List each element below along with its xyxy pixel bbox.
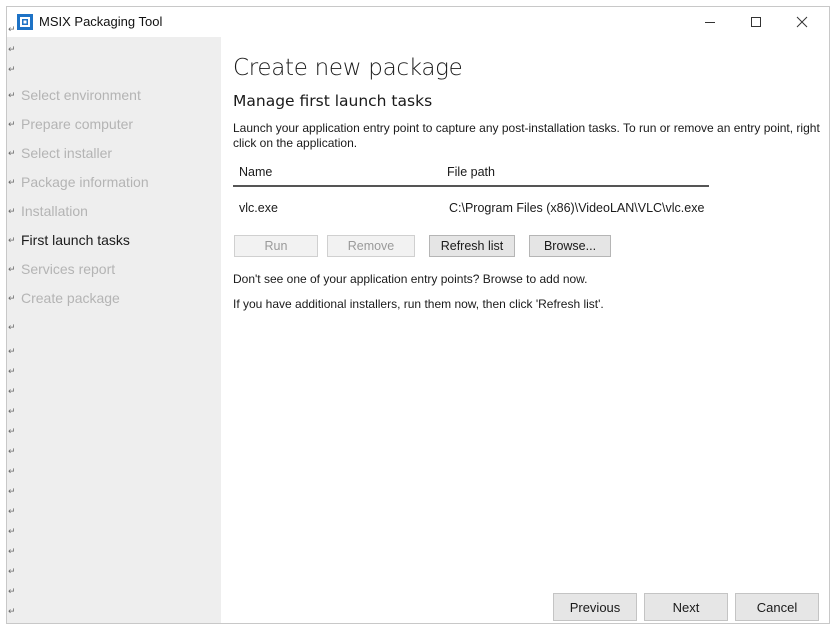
return-mark-icon: ↵ xyxy=(8,119,16,129)
return-mark-icon: ↵ xyxy=(8,586,16,596)
cancel-button[interactable]: Cancel xyxy=(735,593,819,621)
maximize-icon xyxy=(751,17,761,27)
return-mark-icon: ↵ xyxy=(8,322,16,332)
close-button[interactable] xyxy=(779,7,825,37)
description-text: Launch your application entry point to c… xyxy=(233,121,820,150)
return-mark-icon: ↵ xyxy=(8,406,16,416)
return-mark-icon: ↵ xyxy=(8,506,16,516)
run-button[interactable]: Run xyxy=(234,235,318,257)
column-header-file-path[interactable]: File path xyxy=(447,165,495,179)
browse-button[interactable]: Browse... xyxy=(529,235,611,257)
return-mark-icon: ↵ xyxy=(8,526,16,536)
return-mark-icon: ↵ xyxy=(8,90,16,100)
sidebar-item-prepare-computer[interactable]: Prepare computer xyxy=(21,116,133,132)
return-mark-icon: ↵ xyxy=(8,466,16,476)
cell-file-path[interactable]: C:\Program Files (x86)\VideoLAN\VLC\vlc.… xyxy=(449,201,704,215)
installers-hint-text: If you have additional installers, run t… xyxy=(233,297,604,311)
return-mark-icon: ↵ xyxy=(8,446,16,456)
return-mark-icon: ↵ xyxy=(8,148,16,158)
screenshot-frame: MSIX Packaging Tool Select environment P… xyxy=(0,0,836,632)
return-mark-icon: ↵ xyxy=(8,206,16,216)
cell-name[interactable]: vlc.exe xyxy=(239,201,278,215)
maximize-button[interactable] xyxy=(733,7,779,37)
remove-button[interactable]: Remove xyxy=(327,235,415,257)
return-mark-icon: ↵ xyxy=(8,24,16,34)
column-header-name[interactable]: Name xyxy=(239,165,272,179)
return-mark-icon: ↵ xyxy=(8,366,16,376)
return-mark-icon: ↵ xyxy=(8,293,16,303)
return-mark-icon: ↵ xyxy=(8,235,16,245)
return-mark-icon: ↵ xyxy=(8,386,16,396)
next-button[interactable]: Next xyxy=(644,593,728,621)
minimize-button[interactable] xyxy=(687,7,733,37)
browse-hint-text: Don't see one of your application entry … xyxy=(233,272,588,286)
main-content: Create new package Manage first launch t… xyxy=(221,37,829,623)
minimize-icon xyxy=(705,22,715,23)
return-mark-icon: ↵ xyxy=(8,546,16,556)
sidebar-item-select-installer[interactable]: Select installer xyxy=(21,145,112,161)
sidebar-nav: Select environment Prepare computer Sele… xyxy=(7,37,221,623)
app-window: MSIX Packaging Tool Select environment P… xyxy=(6,6,830,624)
return-mark-icon: ↵ xyxy=(8,426,16,436)
sidebar-item-select-environment[interactable]: Select environment xyxy=(21,87,141,103)
sidebar-item-create-package[interactable]: Create package xyxy=(21,290,120,306)
page-title: Create new package xyxy=(233,55,463,81)
return-mark-icon: ↵ xyxy=(8,486,16,496)
sidebar-item-services-report[interactable]: Services report xyxy=(21,261,115,277)
return-mark-icon: ↵ xyxy=(8,606,16,616)
sidebar-item-package-information[interactable]: Package information xyxy=(21,174,149,190)
return-mark-icon: ↵ xyxy=(8,566,16,576)
sidebar-item-first-launch-tasks[interactable]: First launch tasks xyxy=(21,232,130,248)
table-header-divider xyxy=(233,185,709,187)
close-icon xyxy=(796,16,808,28)
msix-app-icon xyxy=(17,14,33,30)
refresh-list-button[interactable]: Refresh list xyxy=(429,235,515,257)
return-mark-icon: ↵ xyxy=(8,264,16,274)
window-title: MSIX Packaging Tool xyxy=(39,14,163,29)
return-mark-icon: ↵ xyxy=(8,44,16,54)
section-title: Manage first launch tasks xyxy=(233,92,433,110)
sidebar-item-installation[interactable]: Installation xyxy=(21,203,88,219)
return-mark-icon: ↵ xyxy=(8,177,16,187)
return-mark-icon: ↵ xyxy=(8,64,16,74)
title-bar[interactable]: MSIX Packaging Tool xyxy=(7,7,829,37)
return-mark-icon: ↵ xyxy=(8,346,16,356)
previous-button[interactable]: Previous xyxy=(553,593,637,621)
